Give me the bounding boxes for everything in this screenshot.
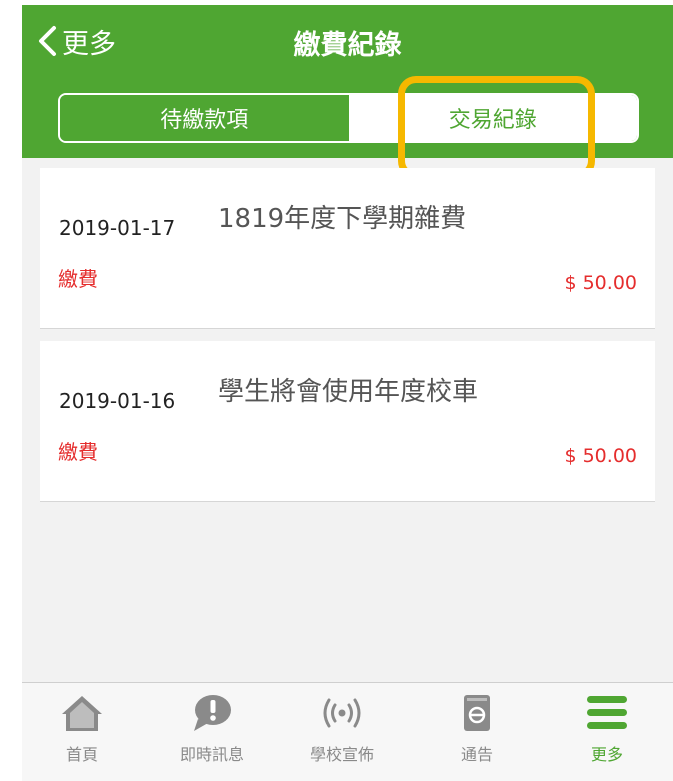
- transaction-date: 2019-01-17: [59, 216, 176, 240]
- transaction-amount: $ 50.00: [564, 272, 637, 294]
- segmented-control: 待繳款項 交易紀錄: [58, 93, 639, 143]
- tab-more-label: 更多: [590, 745, 623, 764]
- app-screen: 更多 繳費紀錄 待繳款項 交易紀錄 2019-01-17 1819年度下學期雜費…: [22, 5, 673, 781]
- tab-more[interactable]: 更多: [547, 693, 667, 765]
- transaction-date: 2019-01-16: [59, 389, 176, 413]
- tab-transaction-records[interactable]: 交易紀錄: [348, 95, 637, 141]
- broadcast-icon: [323, 698, 361, 728]
- tab-announcements[interactable]: 學校宣佈: [282, 693, 402, 765]
- transaction-card[interactable]: 2019-01-17 1819年度下學期雜費 繳費 $ 50.00: [40, 168, 655, 329]
- tab-home-label: 首頁: [65, 745, 98, 764]
- tab-messages-label: 即時訊息: [179, 745, 244, 764]
- tab-notices-label: 通告: [460, 745, 493, 764]
- bottom-tab-bar: 首頁 即時訊息 學校宣佈 通告 更多: [22, 682, 673, 781]
- transaction-description: 1819年度下學期雜費: [218, 204, 467, 234]
- menu-icon: [587, 696, 627, 729]
- tab-notices[interactable]: 通告: [417, 693, 537, 765]
- transaction-amount: $ 50.00: [564, 445, 637, 467]
- transaction-card[interactable]: 2019-01-16 學生將會使用年度校車 繳費 $ 50.00: [40, 341, 655, 502]
- home-icon: [62, 696, 102, 731]
- tab-home[interactable]: 首頁: [22, 693, 142, 765]
- transaction-description: 學生將會使用年度校車: [218, 377, 479, 407]
- tab-announcements-label: 學校宣佈: [309, 745, 374, 764]
- transaction-status: 繳費: [58, 440, 98, 464]
- transaction-status: 繳費: [58, 267, 98, 291]
- tab-pending-payments[interactable]: 待繳款項: [60, 95, 349, 141]
- tab-messages[interactable]: 即時訊息: [152, 693, 272, 765]
- page-title: 繳費紀錄: [293, 30, 402, 61]
- notice-icon: [464, 695, 490, 731]
- message-bubble-icon: [194, 695, 231, 731]
- header-bar: 更多 繳費紀錄 待繳款項 交易紀錄: [22, 5, 673, 158]
